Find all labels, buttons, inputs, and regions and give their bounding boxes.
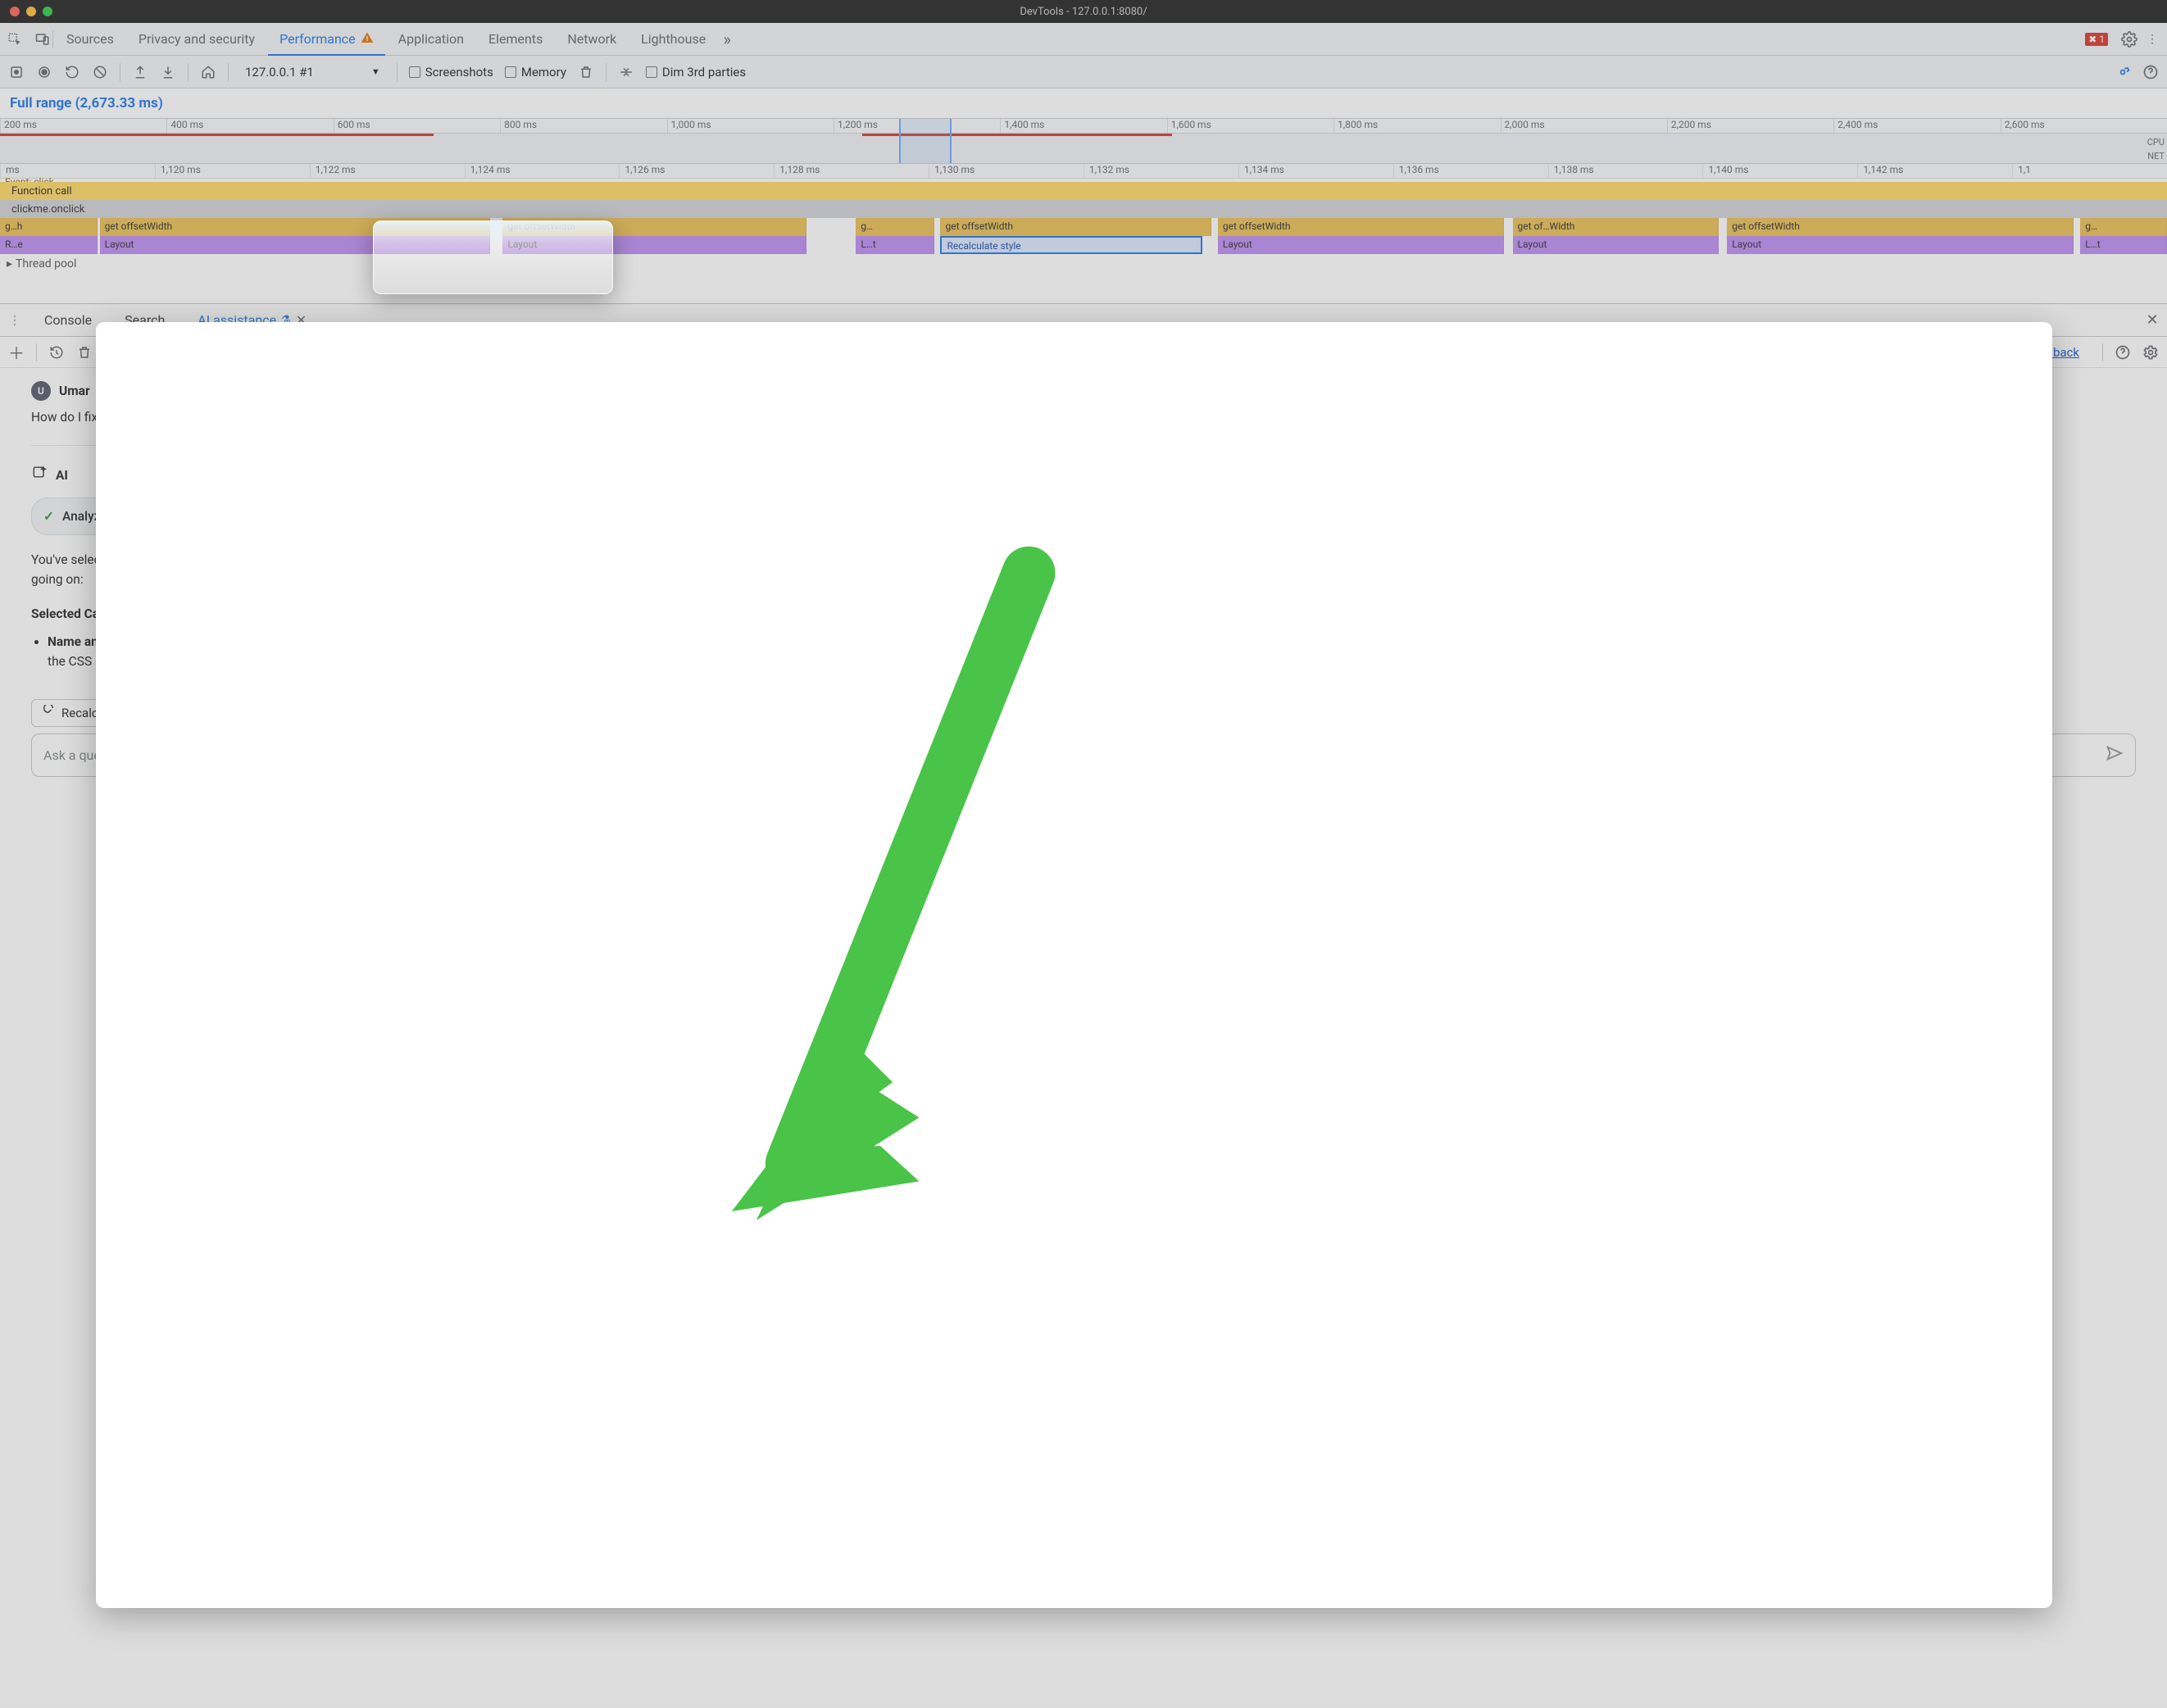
flamegraph[interactable]: ms1,120 ms1,122 ms1,124 ms1,126 ms1,128 … bbox=[0, 164, 2167, 279]
thread-pool-row[interactable]: ▸ Thread pool bbox=[0, 254, 2167, 274]
net-label: NET bbox=[2147, 151, 2165, 161]
sparkle-icon bbox=[31, 464, 48, 486]
home-icon[interactable] bbox=[200, 64, 216, 80]
settings-gear-icon[interactable] bbox=[2121, 31, 2137, 48]
seg-recalculate-style[interactable]: Recalculate style bbox=[940, 236, 1202, 254]
seg-gdots2[interactable]: g… bbox=[2080, 218, 2167, 236]
window-titlebar: DevTools - 127.0.0.1:8080/ bbox=[0, 0, 2167, 23]
warning-icon bbox=[361, 31, 374, 48]
error-count-badge[interactable]: ✖ 1 bbox=[2085, 33, 2108, 46]
function-call-bar[interactable]: Function call bbox=[7, 185, 77, 198]
dim3rd-checkbox[interactable]: Dim 3rd parties bbox=[646, 65, 746, 79]
seg-lt-1[interactable]: L…t bbox=[856, 236, 934, 254]
close-window[interactable] bbox=[10, 7, 20, 16]
cpu-label: CPU bbox=[2147, 137, 2165, 148]
seg-lt-2[interactable]: L…t bbox=[2080, 236, 2167, 254]
gauge-icon bbox=[42, 705, 55, 721]
avatar: U bbox=[31, 381, 51, 401]
more-tabs-icon[interactable]: » bbox=[719, 31, 735, 48]
seg-getoffset-2[interactable]: get offsetWidth bbox=[502, 218, 806, 236]
drawer-settings-icon[interactable] bbox=[2142, 344, 2159, 361]
seg-getoffset-5[interactable]: get offsetWidth bbox=[1727, 218, 2074, 236]
seg-layout-3[interactable]: Layout bbox=[1218, 236, 1504, 254]
minimize-window[interactable] bbox=[26, 7, 36, 16]
window-title: DevTools - 127.0.0.1:8080/ bbox=[1020, 6, 1147, 18]
tab-network[interactable]: Network bbox=[556, 25, 628, 57]
tab-application[interactable]: Application bbox=[387, 25, 475, 57]
seg-gh[interactable]: g…h bbox=[0, 218, 98, 236]
seg-layout-1[interactable]: Layout bbox=[100, 236, 490, 254]
tab-performance-label: Performance bbox=[279, 31, 356, 47]
onclick-bar[interactable]: clickme.onclick bbox=[7, 203, 89, 216]
tab-elements[interactable]: Elements bbox=[477, 25, 554, 57]
download-icon[interactable] bbox=[160, 64, 176, 80]
clear-icon[interactable] bbox=[92, 64, 108, 80]
overview-viewport[interactable] bbox=[899, 119, 951, 163]
history-icon[interactable] bbox=[48, 344, 65, 361]
memory-checkbox[interactable]: Memory bbox=[505, 65, 566, 79]
seg-getoffset-4[interactable]: get offsetWidth bbox=[1218, 218, 1504, 236]
send-icon[interactable] bbox=[2106, 744, 2124, 766]
range-label[interactable]: Full range (2,673.33 ms) bbox=[0, 89, 2167, 118]
check-icon: ✓ bbox=[43, 506, 54, 526]
gc-icon[interactable] bbox=[578, 64, 594, 80]
drawer-close-icon[interactable]: ✕ bbox=[2144, 312, 2160, 329]
drawer-help-icon[interactable] bbox=[2115, 344, 2131, 361]
seg-re[interactable]: R…e bbox=[0, 236, 98, 254]
drawer-tab-console[interactable]: Console bbox=[33, 306, 103, 338]
screenshots-checkbox[interactable]: Screenshots bbox=[409, 65, 493, 79]
reload-icon[interactable] bbox=[64, 64, 80, 80]
panel-settings-icon[interactable] bbox=[2115, 64, 2131, 80]
seg-getoffset-3[interactable]: get offsetWidth bbox=[940, 218, 1211, 236]
device-toggle-icon[interactable] bbox=[34, 31, 51, 48]
seg-layout-2[interactable]: Layout bbox=[502, 236, 806, 254]
collapse-icon[interactable] bbox=[618, 64, 634, 80]
delete-icon[interactable] bbox=[76, 344, 93, 361]
seg-getoffset-1[interactable]: get offsetWidth bbox=[100, 218, 490, 236]
overview-timeline[interactable]: 200 ms400 ms600 ms800 ms1,000 ms1,200 ms… bbox=[0, 118, 2167, 164]
target-dropdown[interactable]: 127.0.0.1 #1 ▼ bbox=[240, 63, 385, 81]
inspect-icon[interactable] bbox=[7, 31, 23, 48]
record-icon[interactable] bbox=[36, 64, 52, 80]
upload-icon[interactable] bbox=[132, 64, 148, 80]
kebab-menu-icon[interactable]: ⋮ bbox=[2144, 31, 2160, 48]
tab-privacy[interactable]: Privacy and security bbox=[127, 25, 266, 57]
zoom-window[interactable] bbox=[43, 7, 52, 16]
tab-lighthouse[interactable]: Lighthouse bbox=[629, 25, 717, 57]
seg-layout-5[interactable]: Layout bbox=[1727, 236, 2074, 254]
seg-goffw[interactable]: get of…Width bbox=[1513, 218, 1719, 236]
expand-triangle-icon: ▸ bbox=[7, 257, 12, 270]
user-name: Umar bbox=[59, 381, 90, 401]
new-chat-icon[interactable]: ＋ bbox=[8, 344, 25, 361]
seg-gdots[interactable]: g… bbox=[856, 218, 934, 236]
drawer-menu-icon[interactable]: ⋮ bbox=[7, 312, 23, 329]
record-outline-icon[interactable] bbox=[8, 64, 25, 80]
chevron-down-icon: ▼ bbox=[371, 66, 380, 77]
tab-performance[interactable]: Performance bbox=[268, 25, 385, 57]
seg-layout-4[interactable]: Layout bbox=[1513, 236, 1719, 254]
tab-sources[interactable]: Sources bbox=[55, 25, 125, 57]
help-icon[interactable] bbox=[2142, 64, 2159, 80]
error-x-icon: ✖ bbox=[2088, 34, 2097, 45]
ai-label: AI bbox=[56, 466, 68, 485]
